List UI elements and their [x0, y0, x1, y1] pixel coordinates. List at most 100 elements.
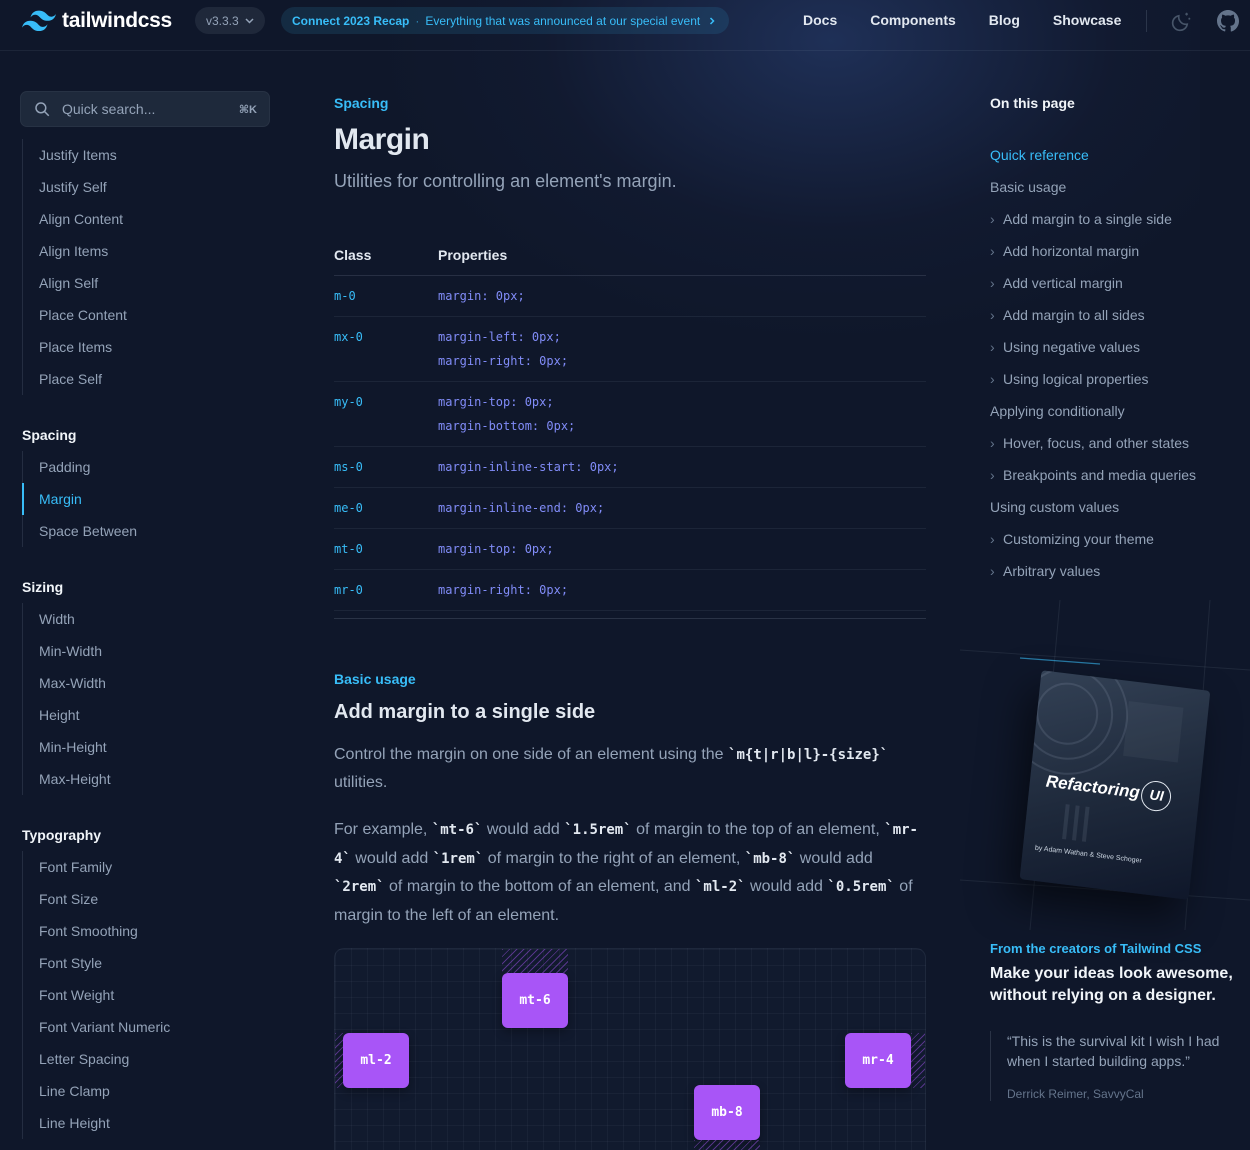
top-header: tailwindcss v3.3.3 Connect 2023 Recap · … [0, 0, 1250, 51]
sidebar-item-margin[interactable]: Margin [22, 483, 282, 515]
sidebar-item-justify-self[interactable]: Justify Self [22, 171, 282, 203]
toc-item-negative-values[interactable]: Using negative values [990, 331, 1240, 363]
inline-code: `m{t|r|b|l}-{size}` [728, 747, 889, 763]
announcement-pill[interactable]: Connect 2023 Recap · Everything that was… [281, 7, 730, 34]
property-line: margin-inline-end: 0px; [438, 501, 605, 515]
logo-text: tailwindcss [62, 9, 172, 32]
table-cell-class: mt-0 [334, 542, 363, 556]
sidebar-item-font-style[interactable]: Font Style [22, 947, 282, 979]
table-row: mx-0 margin-left: 0px; margin-right: 0px; [334, 317, 926, 382]
moon-icon[interactable] [1171, 10, 1193, 32]
toc-item-vertical-margin[interactable]: Add vertical margin [990, 267, 1240, 299]
github-icon[interactable] [1217, 10, 1239, 32]
sidebar-item-font-variant-numeric[interactable]: Font Variant Numeric [22, 1011, 282, 1043]
table-row: m-0 margin: 0px; [334, 276, 926, 317]
sidebar-item-min-height[interactable]: Min-Height [22, 731, 282, 763]
promo-eyebrow[interactable]: From the creators of Tailwind CSS [990, 941, 1201, 956]
text-run: would add [482, 821, 565, 838]
sidebar-item-place-content[interactable]: Place Content [22, 299, 282, 331]
table-bottom-border [334, 611, 926, 619]
search-icon [35, 102, 50, 117]
text-run: would add [350, 849, 433, 867]
sidebar-heading-typography: Typography [22, 827, 102, 843]
margin-hatch-right [911, 1033, 925, 1088]
sidebar-group-alignment: Justify Items Justify Self Align Content… [22, 139, 282, 395]
sidebar-heading-sizing: Sizing [22, 579, 64, 595]
sidebar-item-letter-spacing[interactable]: Letter Spacing [22, 1043, 282, 1075]
toc-item-custom-values[interactable]: Using custom values [990, 491, 1240, 523]
logo[interactable]: tailwindcss [22, 9, 172, 33]
toc-item-single-side[interactable]: Add margin to a single side [990, 203, 1240, 235]
table-cell-properties: margin-inline-start: 0px; [438, 455, 619, 479]
nav-showcase[interactable]: Showcase [1053, 12, 1121, 28]
promo-headline[interactable]: Make your ideas look awesome, without re… [990, 963, 1250, 1007]
table-row: ms-0 margin-inline-start: 0px; [334, 447, 926, 488]
sidebar-item-max-height[interactable]: Max-Height [22, 763, 282, 795]
search-shortcut: ⌘K [238, 103, 257, 116]
table-cell-class: mr-0 [334, 583, 363, 597]
toc-item-applying-conditionally[interactable]: Applying conditionally [990, 395, 1240, 427]
sidebar-item-font-weight[interactable]: Font Weight [22, 979, 282, 1011]
on-this-page-toc: On this page Quick reference Basic usage… [990, 95, 1240, 587]
section-title: Add margin to a single side [334, 701, 596, 723]
inline-code: `1rem` [432, 850, 484, 867]
toc-item-customizing-theme[interactable]: Customizing your theme [990, 523, 1240, 555]
sidebar-item-space-between[interactable]: Space Between [22, 515, 282, 547]
sidebar-item-font-size[interactable]: Font Size [22, 883, 282, 915]
inline-code: `2rem` [334, 879, 385, 895]
table-cell-class: my-0 [334, 395, 363, 409]
sidebar-item-place-items[interactable]: Place Items [22, 331, 282, 363]
property-line: margin-right: 0px; [438, 583, 569, 597]
sidebar-item-line-height[interactable]: Line Height [22, 1107, 282, 1139]
nav-blog[interactable]: Blog [989, 12, 1020, 28]
section-paragraph-2: For example, `mt-6` would add `1.5rem` o… [334, 816, 926, 930]
table-cell-properties: margin: 0px; [438, 284, 525, 308]
page-title: Margin [334, 123, 430, 156]
chevron-right-icon [710, 16, 715, 25]
section-paragraph-1: Control the margin on one side of an ele… [334, 741, 926, 797]
sidebar-item-min-width[interactable]: Min-Width [22, 635, 282, 667]
quick-search[interactable]: Quick search... ⌘K [20, 91, 270, 127]
toc-item-logical-properties[interactable]: Using logical properties [990, 363, 1240, 395]
nav-docs[interactable]: Docs [803, 12, 837, 28]
refactoring-ui-book-cover[interactable]: Refactoring UI by Adam Wathan & Steve Sch… [1019, 670, 1211, 900]
sidebar-item-align-content[interactable]: Align Content [22, 203, 282, 235]
toc-item-quick-reference[interactable]: Quick reference [990, 139, 1240, 171]
page-lead: Utilities for controlling an element's m… [334, 171, 677, 191]
property-line: margin-top: 0px; [438, 542, 554, 556]
sidebar-item-justify-items[interactable]: Justify Items [22, 139, 282, 171]
sidebar-item-width[interactable]: Width [22, 603, 282, 635]
margin-hatch-top [502, 949, 568, 973]
nav-components[interactable]: Components [870, 12, 956, 28]
sidebar-item-height[interactable]: Height [22, 699, 282, 731]
toc-item-all-sides[interactable]: Add margin to all sides [990, 299, 1240, 331]
toc-item-horizontal-margin[interactable]: Add horizontal margin [990, 235, 1240, 267]
quick-reference-table: Class Properties m-0 margin: 0px; mx-0 m… [334, 235, 926, 619]
sidebar-item-place-self[interactable]: Place Self [22, 363, 282, 395]
sidebar-item-padding[interactable]: Padding [22, 451, 282, 483]
toc-item-hover-focus[interactable]: Hover, focus, and other states [990, 427, 1240, 459]
toc-item-breakpoints[interactable]: Breakpoints and media queries [990, 459, 1240, 491]
inline-code: `ml-2` [694, 879, 746, 895]
margin-hatch-bottom [694, 1140, 760, 1150]
sidebar-item-font-family[interactable]: Font Family [22, 851, 282, 883]
sidebar-group-typography: Font Family Font Size Font Smoothing Fon… [22, 851, 282, 1139]
sidebar-item-line-clamp[interactable]: Line Clamp [22, 1075, 282, 1107]
sidebar-item-align-self[interactable]: Align Self [22, 267, 282, 299]
sidebar-heading-spacing: Spacing [22, 427, 77, 443]
toc-item-basic-usage[interactable]: Basic usage [990, 171, 1240, 203]
demo-box-mb-8: mb-8 [694, 1085, 760, 1140]
version-dropdown[interactable]: v3.3.3 [195, 7, 265, 34]
property-line: margin: 0px; [438, 289, 525, 303]
table-cell-properties: margin-inline-end: 0px; [438, 496, 604, 520]
text-run: of margin to the bottom of an element, a… [384, 878, 695, 895]
promo-quote: “This is the survival kit I wish I had w… [990, 1031, 1250, 1101]
version-label: v3.3.3 [206, 13, 239, 28]
inline-code: `0.5rem` [827, 879, 895, 895]
toc-item-arbitrary-values[interactable]: Arbitrary values [990, 555, 1240, 587]
sidebar-item-max-width[interactable]: Max-Width [22, 667, 282, 699]
table-cell-properties: margin-top: 0px; margin-bottom: 0px; [438, 390, 575, 438]
sidebar-item-font-smoothing[interactable]: Font Smoothing [22, 915, 282, 947]
sidebar-item-align-items[interactable]: Align Items [22, 235, 282, 267]
table-header: Class Properties [334, 235, 926, 276]
